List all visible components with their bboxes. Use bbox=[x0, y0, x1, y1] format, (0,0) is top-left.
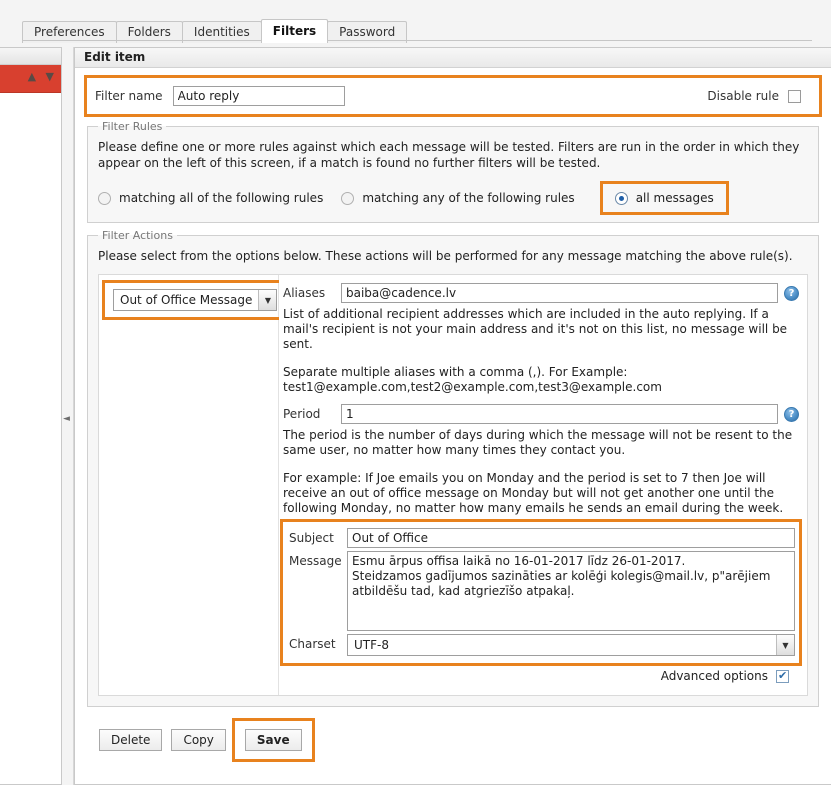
advanced-options-label: Advanced options bbox=[661, 669, 768, 683]
filter-list-header bbox=[0, 48, 61, 65]
filter-actions-description: Please select from the options below. Th… bbox=[98, 248, 808, 264]
match-mode-radio-group: matching all of the following rules matc… bbox=[98, 184, 808, 212]
radio-all-messages-dot[interactable] bbox=[615, 192, 628, 205]
tabbar-divider bbox=[22, 40, 812, 41]
radio-matching-all-label: matching all of the following rules bbox=[119, 191, 323, 205]
message-row: Message Esmu ārpus offisa laikā no 16-01… bbox=[289, 551, 795, 631]
save-button[interactable]: Save bbox=[245, 729, 302, 751]
aliases-row: Aliases ? bbox=[283, 283, 799, 303]
radio-matching-any-label: matching any of the following rules bbox=[362, 191, 574, 205]
filter-name-input[interactable] bbox=[173, 86, 345, 106]
radio-all-messages-label: all messages bbox=[636, 191, 714, 205]
period-label: Period bbox=[283, 407, 341, 421]
filter-actions-fieldset: Filter Actions Please select from the op… bbox=[87, 229, 819, 707]
aliases-label: Aliases bbox=[283, 286, 341, 300]
advanced-options-checkbox[interactable] bbox=[776, 670, 789, 683]
radio-matching-all[interactable]: matching all of the following rules bbox=[98, 191, 323, 205]
period-help-text-2: For example: If Joe emails you on Monday… bbox=[283, 471, 799, 516]
charset-label: Charset bbox=[289, 634, 347, 651]
disable-rule-label: Disable rule bbox=[707, 89, 779, 103]
message-label: Message bbox=[289, 551, 347, 568]
tab-filters[interactable]: Filters bbox=[261, 19, 328, 43]
period-row: Period ? bbox=[283, 404, 799, 424]
sort-arrows-icon[interactable]: ▲ ▼ bbox=[28, 71, 57, 82]
advanced-options-row: Advanced options bbox=[283, 663, 799, 687]
chevron-down-icon[interactable]: ▼ bbox=[258, 290, 276, 310]
aliases-input[interactable] bbox=[341, 283, 778, 303]
delete-button[interactable]: Delete bbox=[99, 729, 162, 751]
filter-rules-fieldset: Filter Rules Please define one or more r… bbox=[87, 120, 819, 223]
message-settings-block: Subject Message Esmu ārpus offisa laikā … bbox=[283, 522, 799, 663]
subject-input[interactable] bbox=[347, 528, 795, 548]
form-button-bar: Delete Copy Save bbox=[87, 707, 819, 759]
filter-list-pane: ▲ ▼ bbox=[0, 47, 62, 785]
filter-rules-legend: Filter Rules bbox=[98, 120, 166, 133]
action-editor: Out of Office Message ▼ Aliases ? List o… bbox=[98, 274, 808, 696]
period-input[interactable] bbox=[341, 404, 778, 424]
radio-matching-any-dot[interactable] bbox=[341, 192, 354, 205]
charset-row: Charset UTF-8 ▼ bbox=[289, 634, 795, 656]
action-type-box: Out of Office Message ▼ bbox=[105, 283, 285, 317]
filter-actions-legend: Filter Actions bbox=[98, 229, 177, 242]
charset-value: UTF-8 bbox=[348, 635, 776, 655]
help-icon-period[interactable]: ? bbox=[784, 407, 799, 422]
collapse-arrow-icon[interactable]: ◄ bbox=[63, 414, 72, 425]
disable-rule-group: Disable rule bbox=[707, 89, 801, 103]
filter-name-group: Filter name bbox=[95, 86, 345, 106]
action-type-select[interactable]: Out of Office Message ▼ bbox=[113, 289, 277, 311]
aliases-help-text-2: Separate multiple aliases with a comma (… bbox=[283, 365, 799, 395]
message-textarea[interactable]: Esmu ārpus offisa laikā no 16-01-2017 lī… bbox=[347, 551, 795, 631]
panel-title: Edit item bbox=[75, 48, 831, 68]
action-type-value: Out of Office Message bbox=[114, 290, 258, 310]
action-settings-column: Aliases ? List of additional recipient a… bbox=[279, 275, 807, 695]
charset-select[interactable]: UTF-8 ▼ bbox=[347, 634, 795, 656]
help-icon-aliases[interactable]: ? bbox=[784, 286, 799, 301]
disable-rule-checkbox[interactable] bbox=[788, 90, 801, 103]
filter-name-row: Filter name Disable rule bbox=[87, 78, 819, 114]
filter-form: Filter name Disable rule Filter Rules Pl… bbox=[75, 68, 831, 759]
edit-item-panel: Edit item Filter name Disable rule Filte… bbox=[74, 47, 831, 785]
radio-matching-all-dot[interactable] bbox=[98, 192, 111, 205]
copy-button[interactable]: Copy bbox=[171, 729, 225, 751]
settings-tabbar: Preferences Folders Identities Filters P… bbox=[0, 0, 831, 41]
filter-list-item-selected[interactable]: ▲ ▼ bbox=[0, 65, 61, 93]
action-type-column: Out of Office Message ▼ bbox=[99, 275, 279, 695]
aliases-help-text-1: List of additional recipient addresses w… bbox=[283, 307, 799, 352]
save-button-box: Save bbox=[235, 721, 312, 759]
radio-all-messages[interactable]: all messages bbox=[603, 184, 726, 212]
pane-splitter[interactable]: ◄ bbox=[62, 47, 74, 785]
subject-label: Subject bbox=[289, 528, 347, 545]
filter-rules-description: Please define one or more rules against … bbox=[98, 139, 808, 171]
radio-matching-any[interactable]: matching any of the following rules bbox=[341, 191, 574, 205]
filter-name-label: Filter name bbox=[95, 89, 163, 103]
chevron-down-icon-charset[interactable]: ▼ bbox=[776, 635, 794, 655]
period-help-text-1: The period is the number of days during … bbox=[283, 428, 799, 458]
subject-row: Subject bbox=[289, 528, 795, 548]
